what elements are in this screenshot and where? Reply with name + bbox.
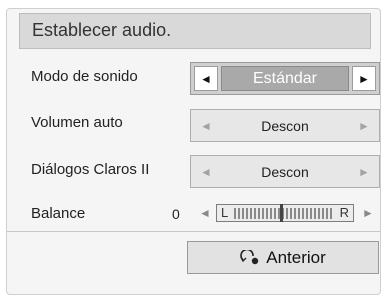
auto-volume-prev-button[interactable]: ◄: [194, 113, 218, 138]
sound-mode-label: Modo de sonido: [31, 68, 138, 85]
balance-slider[interactable]: L R: [216, 204, 354, 222]
return-icon: [240, 249, 259, 264]
clear-voice-label: Diálogos Claros II: [31, 161, 150, 178]
clear-voice-value: Descon: [261, 163, 309, 180]
auto-volume-next-button[interactable]: ►: [352, 113, 376, 138]
clear-voice-next-button[interactable]: ►: [352, 159, 376, 184]
auto-volume-value: Descon: [261, 117, 309, 134]
auto-volume-label: Volumen auto: [31, 114, 123, 131]
page-title: Establecer audio.: [32, 20, 172, 40]
previous-button[interactable]: Anterior: [187, 241, 379, 274]
balance-left-arrow[interactable]: ◄: [199, 206, 211, 220]
balance-value: 0: [172, 206, 180, 222]
title-bar: Establecer audio.: [19, 13, 371, 49]
clear-voice-box: ◄ Descon ►: [190, 155, 380, 188]
balance-right-label: R: [339, 205, 349, 220]
balance-left-label: L: [221, 205, 229, 220]
clear-voice-selector[interactable]: ◄ Descon ►: [190, 155, 380, 188]
auto-volume-box: ◄ Descon ►: [190, 109, 380, 142]
balance-label: Balance: [31, 205, 86, 222]
balance-ticks: [234, 208, 334, 219]
sound-mode-value: Estándar: [221, 66, 349, 91]
footer-divider: [7, 231, 380, 232]
balance-right-arrow[interactable]: ►: [362, 206, 374, 220]
auto-volume-selector[interactable]: ◄ Descon ►: [190, 109, 380, 142]
sound-mode-box: ◄ Estándar ►: [190, 62, 380, 95]
balance-marker[interactable]: [280, 204, 283, 222]
sound-mode-next-button[interactable]: ►: [352, 66, 376, 91]
sound-mode-selector[interactable]: ◄ Estándar ►: [190, 62, 380, 95]
clear-voice-prev-button[interactable]: ◄: [194, 159, 218, 184]
sound-mode-prev-button[interactable]: ◄: [194, 66, 218, 91]
previous-button-label: Anterior: [266, 247, 326, 267]
audio-settings-panel: Establecer audio. Modo de sonido ◄ Están…: [0, 0, 389, 304]
